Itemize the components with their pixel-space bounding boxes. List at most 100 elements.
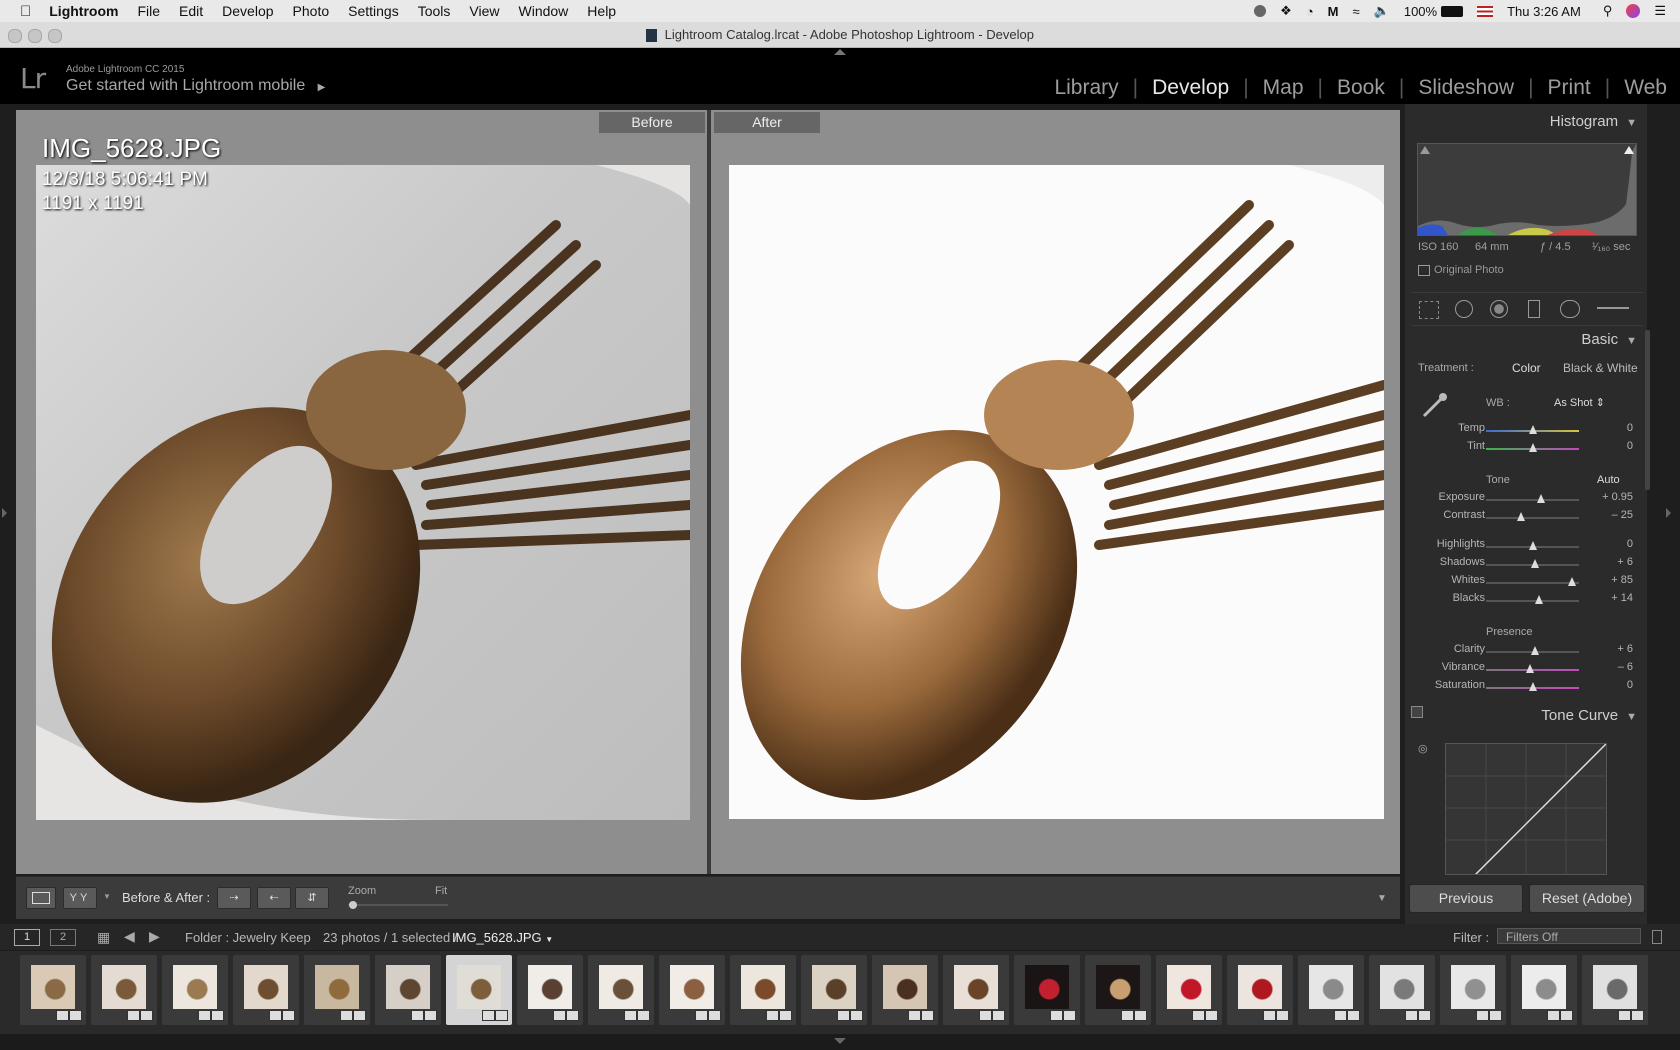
filmstrip-thumbnail[interactable]	[730, 955, 796, 1025]
right-panel-toggle-icon[interactable]	[1666, 508, 1671, 518]
tone-curve-graph[interactable]	[1445, 743, 1607, 875]
clock-app-icon[interactable]: ◔	[1306, 4, 1314, 19]
blacks-slider-knob[interactable]	[1535, 595, 1543, 604]
menu-photo[interactable]: Photo	[293, 3, 330, 19]
reset-button[interactable]: Reset (Adobe)	[1529, 884, 1645, 913]
flag-icon[interactable]	[1477, 5, 1494, 17]
original-photo-checkbox[interactable]	[1418, 265, 1430, 276]
exposure-value[interactable]: + 0.95	[1583, 491, 1633, 503]
filmstrip-thumbnail[interactable]	[517, 955, 583, 1025]
copy-after-to-before-button[interactable]: ⇠	[257, 887, 291, 909]
radial-filter-icon[interactable]	[1560, 300, 1580, 318]
wb-preset-dropdown[interactable]: As Shot ⇕	[1554, 396, 1605, 409]
filter-dropdown[interactable]: Filters Off	[1497, 928, 1641, 944]
module-book[interactable]: Book	[1323, 76, 1399, 100]
filmstrip-thumbnail[interactable]	[20, 955, 86, 1025]
vibrance-slider-knob[interactable]	[1525, 664, 1534, 673]
wb-eyedropper-icon[interactable]	[1418, 390, 1450, 422]
malwarebytes-icon[interactable]: M	[1328, 4, 1339, 19]
after-photo[interactable]	[729, 165, 1384, 819]
blacks-slider[interactable]	[1486, 600, 1579, 602]
apple-icon[interactable]: 	[20, 3, 31, 20]
module-library[interactable]: Library	[1040, 76, 1132, 100]
volume-icon[interactable]: 🔈	[1374, 3, 1390, 19]
filmstrip-thumbnail[interactable]	[588, 955, 654, 1025]
secondary-window-button[interactable]: 2	[50, 929, 76, 946]
menu-view[interactable]: View	[469, 3, 499, 19]
notification-center-icon[interactable]: ☰	[1654, 3, 1666, 19]
filmstrip-thumbnail[interactable]	[943, 955, 1009, 1025]
filmstrip-thumbnail[interactable]	[1511, 955, 1577, 1025]
red-eye-icon[interactable]	[1490, 300, 1508, 318]
menu-tools[interactable]: Tools	[418, 3, 451, 19]
vibrance-value[interactable]: – 6	[1583, 661, 1633, 673]
contrast-slider-knob[interactable]	[1517, 512, 1526, 521]
exposure-slider-knob[interactable]	[1536, 494, 1545, 503]
main-window-button[interactable]: 1	[14, 929, 40, 946]
menu-file[interactable]: File	[137, 3, 160, 19]
histogram-chart[interactable]	[1417, 143, 1637, 236]
saturation-slider-knob[interactable]	[1528, 682, 1537, 691]
close-window-button[interactable]	[8, 29, 22, 43]
targeted-adjustment-icon[interactable]: ◎	[1418, 742, 1430, 755]
whites-slider-knob[interactable]	[1567, 577, 1576, 586]
module-map[interactable]: Map	[1249, 76, 1318, 100]
auto-tone-button[interactable]: Auto	[1597, 474, 1620, 486]
filmstrip-thumbnail[interactable]	[1582, 955, 1648, 1025]
current-photo-name[interactable]: IMG_5628.JPG ▼	[452, 930, 553, 945]
temp-slider-knob[interactable]	[1528, 425, 1537, 434]
filmstrip-thumbnail[interactable]	[1440, 955, 1506, 1025]
filmstrip-thumbnail[interactable]	[872, 955, 938, 1025]
status-dot-icon[interactable]	[1254, 5, 1267, 17]
filmstrip-thumbnail-selected[interactable]	[446, 955, 512, 1025]
mobile-promo[interactable]: Get started with Lightroom mobile ▶	[66, 77, 325, 95]
menu-settings[interactable]: Settings	[348, 3, 399, 19]
module-print[interactable]: Print	[1534, 76, 1605, 100]
filmstrip-thumbnail[interactable]	[659, 955, 725, 1025]
filter-lock-icon[interactable]	[1652, 930, 1662, 944]
folder-source[interactable]: Folder : Jewelry Keep	[185, 930, 311, 945]
previous-button[interactable]: Previous	[1409, 884, 1523, 913]
filmstrip-thumbnail[interactable]	[91, 955, 157, 1025]
clarity-value[interactable]: + 6	[1583, 643, 1633, 655]
whites-value[interactable]: + 85	[1583, 574, 1633, 586]
filmstrip-thumbnail[interactable]	[375, 955, 441, 1025]
siri-icon[interactable]	[1626, 4, 1641, 18]
grid-view-icon[interactable]: ▦	[97, 929, 110, 946]
zoom-slider[interactable]	[348, 904, 448, 906]
menu-window[interactable]: Window	[519, 3, 569, 19]
clock[interactable]: Thu 3:26 AM	[1507, 4, 1581, 19]
blacks-value[interactable]: + 14	[1583, 592, 1633, 604]
graduated-filter-icon[interactable]	[1528, 300, 1540, 318]
copy-before-to-after-button[interactable]: ⇢	[217, 887, 251, 909]
exposure-slider[interactable]	[1486, 499, 1579, 501]
filmstrip-thumbnail[interactable]	[1085, 955, 1151, 1025]
contrast-slider[interactable]	[1486, 517, 1579, 519]
menu-help[interactable]: Help	[587, 3, 616, 19]
highlights-slider-knob[interactable]	[1528, 541, 1537, 550]
filmstrip-thumbnail[interactable]	[1369, 955, 1435, 1025]
forward-arrow-icon[interactable]: ▶	[149, 928, 160, 945]
module-develop[interactable]: Develop	[1138, 76, 1243, 100]
filmstrip-thumbnail[interactable]	[162, 955, 228, 1025]
tone-curve-panel-header[interactable]: Tone Curve ▼	[1405, 703, 1647, 729]
zoom-slider-knob[interactable]	[349, 901, 357, 909]
wifi-icon[interactable]: ≈	[1353, 4, 1360, 19]
before-photo[interactable]	[36, 165, 690, 820]
saturation-value[interactable]: 0	[1583, 679, 1633, 691]
swap-before-after-button[interactable]: ⇵	[295, 887, 329, 909]
filmstrip-thumbnail[interactable]	[1227, 955, 1293, 1025]
basic-panel-header[interactable]: Basic ▼	[1405, 327, 1647, 353]
left-panel-toggle-icon[interactable]	[2, 508, 7, 518]
spotlight-icon[interactable]: ⚲	[1603, 3, 1613, 19]
tint-value[interactable]: 0	[1583, 440, 1633, 452]
shadow-clipping-icon[interactable]	[1420, 146, 1430, 154]
temp-value[interactable]: 0	[1583, 422, 1633, 434]
menu-edit[interactable]: Edit	[179, 3, 203, 19]
menu-develop[interactable]: Develop	[222, 3, 273, 19]
dropbox-icon[interactable]: ❖	[1280, 3, 1292, 19]
treatment-color[interactable]: Color	[1512, 361, 1541, 375]
module-slideshow[interactable]: Slideshow	[1404, 76, 1528, 100]
filmstrip-thumbnail[interactable]	[1156, 955, 1222, 1025]
crop-overlay-icon[interactable]	[1419, 301, 1439, 319]
